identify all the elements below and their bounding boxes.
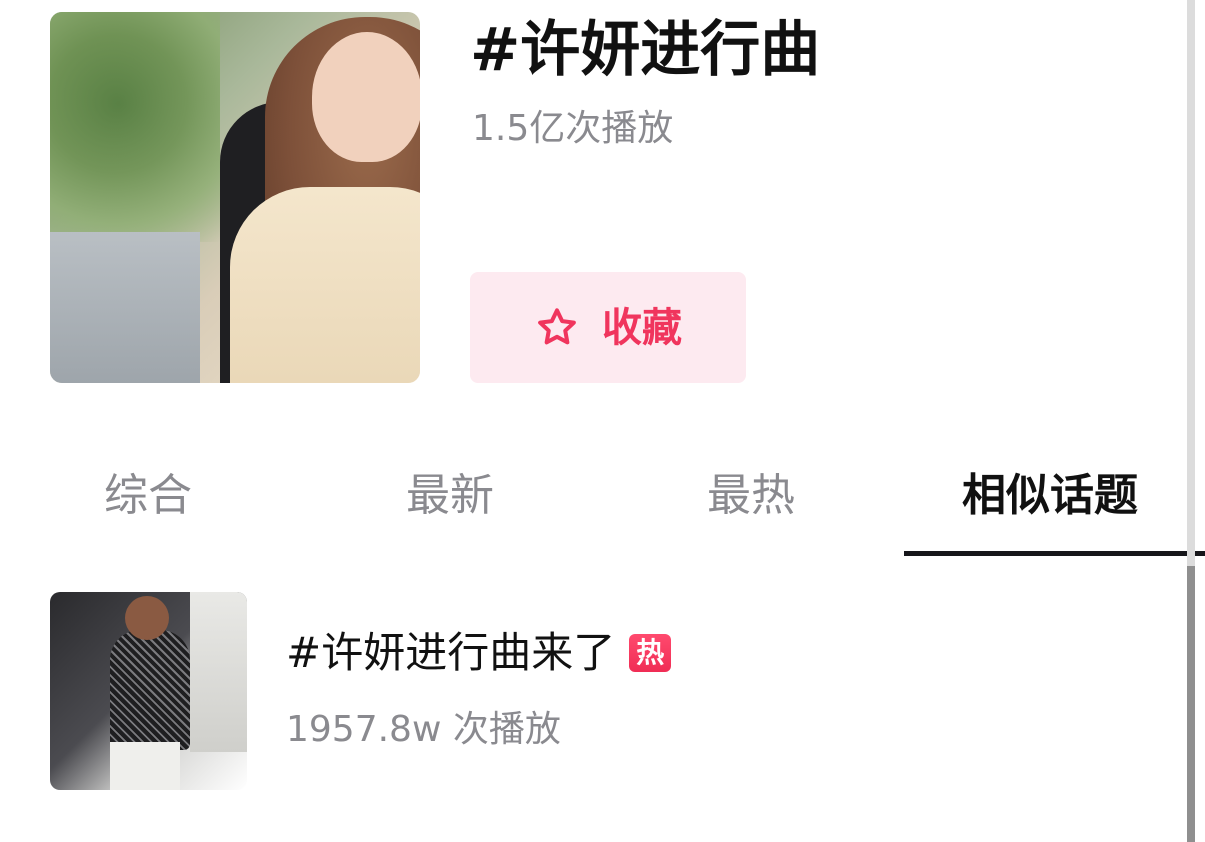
topic-play-count: 1.5亿次播放 [472, 108, 674, 149]
cover-foliage [50, 12, 220, 242]
thumb-skirt [110, 742, 180, 790]
related-topic-item[interactable]: #许妍进行曲来了 热 1957.8w 次播放 [50, 592, 1170, 790]
tab-hottest[interactable]: 最热 [707, 468, 795, 524]
scrollbar-thumb[interactable] [1187, 566, 1195, 842]
thumb-van [190, 592, 247, 752]
tab-similar-topics[interactable]: 相似话题 [962, 468, 1138, 524]
topic-title: #许妍进行曲 [470, 15, 821, 85]
related-topic-title-row: #许妍进行曲来了 热 [286, 626, 672, 680]
collect-button-label: 收藏 [602, 304, 682, 351]
tab-latest[interactable]: 最新 [406, 468, 494, 524]
topic-thumbnail-image [50, 592, 247, 790]
tab-comprehensive[interactable]: 综合 [104, 468, 192, 524]
related-topic-play-count: 1957.8w 次播放 [286, 709, 561, 750]
cover-jacket [230, 187, 420, 383]
star-outline-icon [538, 307, 576, 344]
cover-wall [50, 232, 200, 383]
cover-face [312, 32, 420, 162]
hot-badge: 热 [629, 634, 672, 672]
thumb-coat [110, 630, 190, 750]
collect-button[interactable]: 收藏 [470, 272, 746, 383]
related-topic-title: #许妍进行曲来了 [286, 628, 616, 677]
topic-page: #许妍进行曲 1.5亿次播放 收藏 综合 最新 最热 相似话题 #许妍进行曲来了… [0, 0, 1205, 842]
thumb-head [125, 596, 169, 640]
tab-bar: 综合 最新 最热 相似话题 [0, 440, 1205, 556]
topic-cover-image [50, 12, 420, 383]
active-tab-indicator [904, 551, 1205, 556]
